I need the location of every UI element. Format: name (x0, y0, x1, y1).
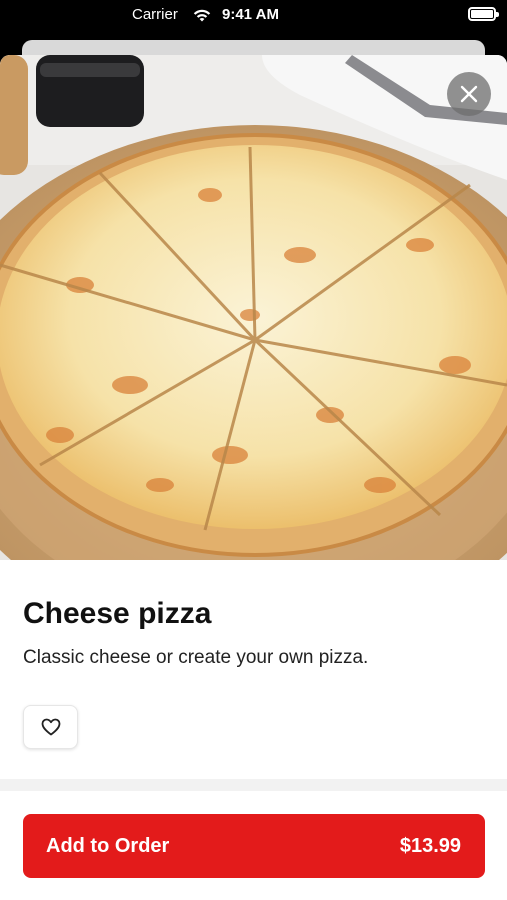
price-label: $13.99 (399, 835, 461, 857)
add-to-order-button[interactable]: Add to Order $13.99 (23, 814, 485, 878)
status-bar: Carrier 9:41 AM (0, 0, 507, 30)
close-icon (460, 85, 478, 103)
favorite-button[interactable] (23, 705, 78, 749)
heart-icon (41, 718, 60, 736)
pizza-photo (0, 55, 507, 560)
section-divider (0, 779, 507, 791)
carrier-label: Carrier (132, 6, 178, 23)
wifi-icon (192, 7, 212, 23)
item-title: Cheese pizza (23, 597, 212, 630)
item-description: Classic cheese or create your own pizza. (23, 647, 369, 668)
clock-time: 9:41 AM (222, 6, 279, 23)
close-button[interactable] (447, 72, 491, 116)
item-detail-card: Cheese pizza Classic cheese or create yo… (0, 55, 507, 900)
battery-icon (468, 7, 499, 21)
add-to-order-label: Add to Order (46, 835, 170, 857)
